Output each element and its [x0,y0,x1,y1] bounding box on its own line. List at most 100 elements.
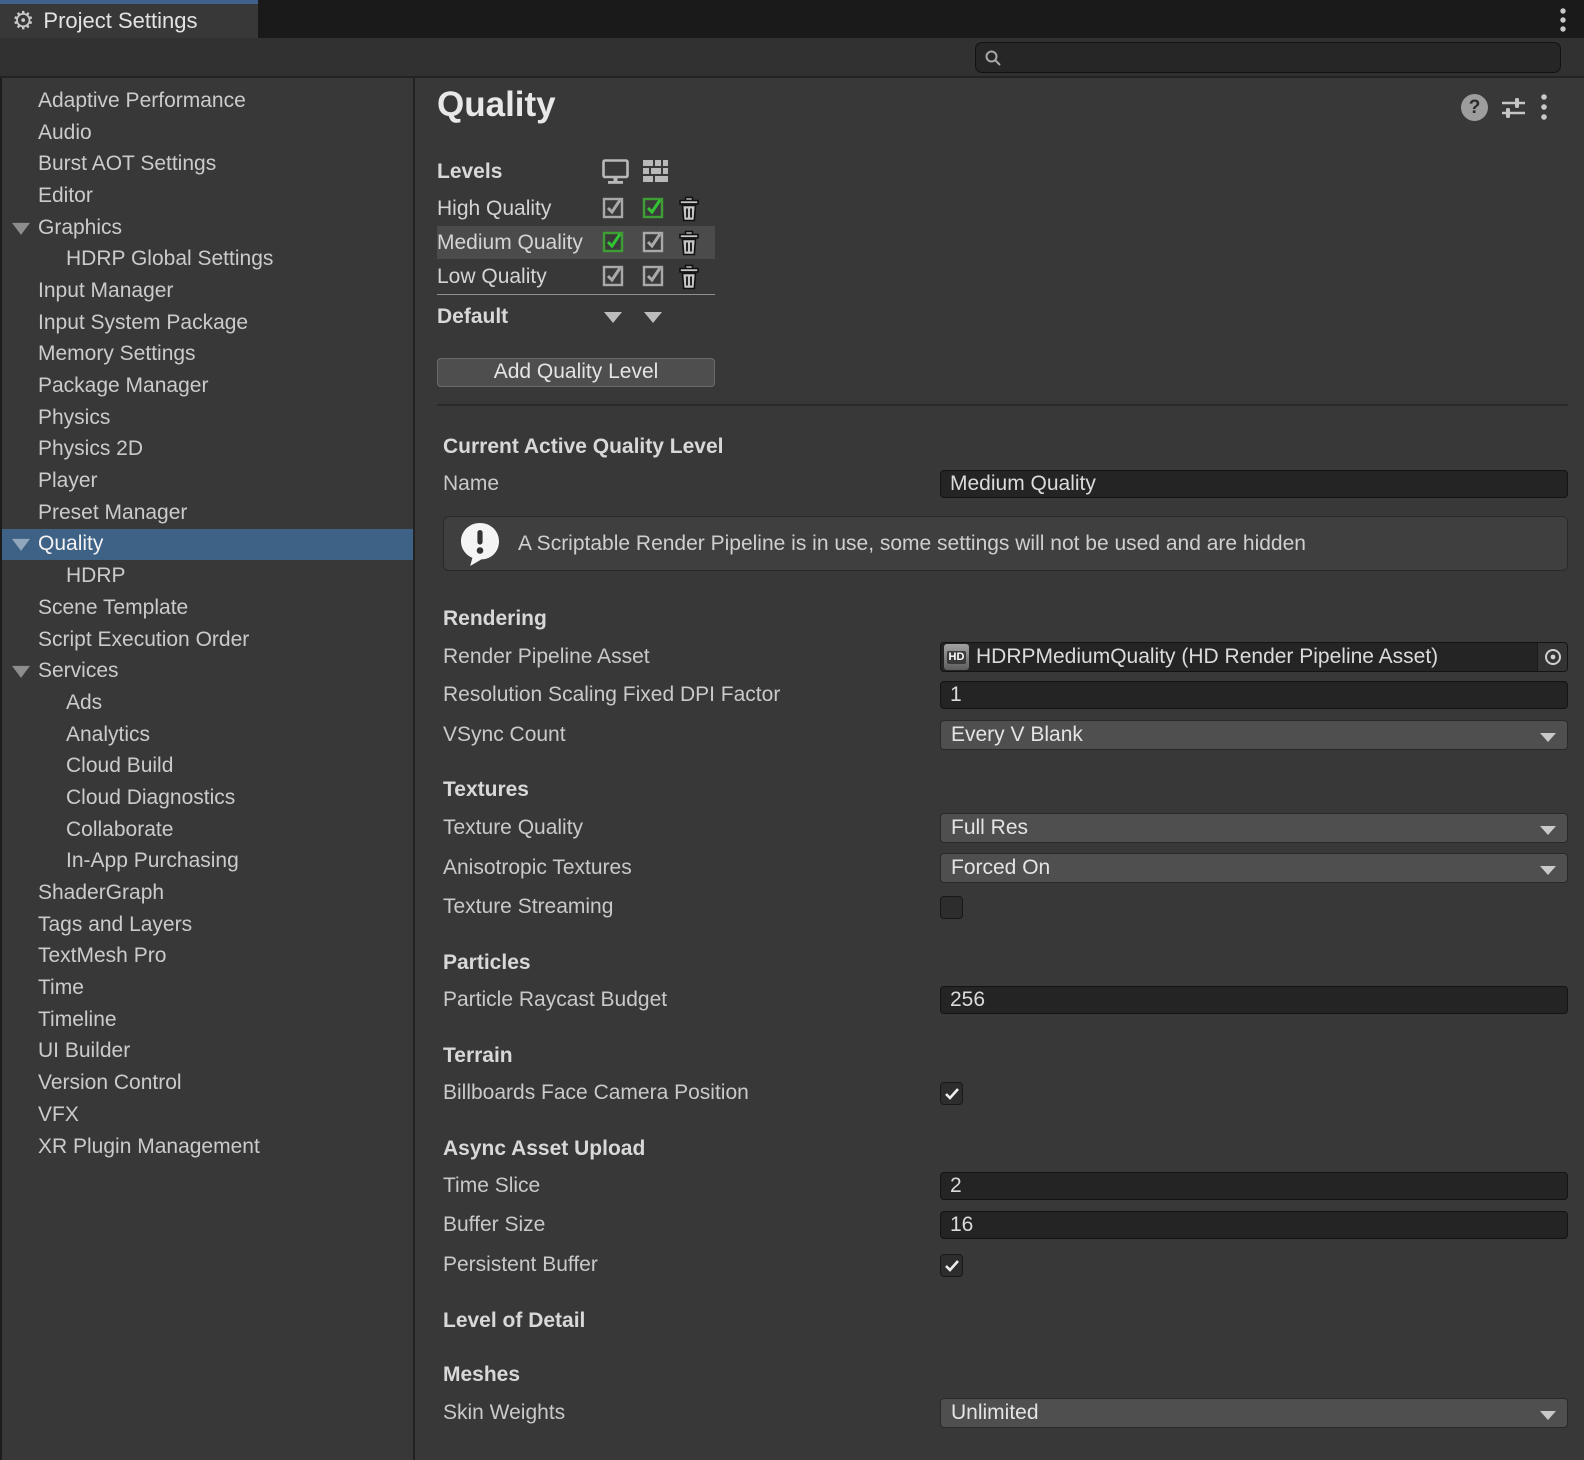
current-active-heading: Current Active Quality Level [443,434,723,460]
kebab-menu-icon[interactable] [1539,93,1549,121]
desktop-enabled-checkbox[interactable] [602,197,624,219]
texture-quality-label: Texture Quality [443,814,583,842]
name-label: Name [443,470,499,498]
sidebar-item-ads[interactable]: Ads [2,687,413,719]
tab-title: Project Settings [43,8,197,34]
desktop-default-checkbox[interactable] [602,231,624,253]
server-default-checkbox[interactable] [642,197,664,219]
quality-level-row-low[interactable]: Low Quality [437,260,715,293]
default-server-dropdown-icon[interactable] [644,312,662,323]
project-settings-window: ⚙ Project Settings Adaptive Performance … [0,0,1584,1460]
billboards-face-camera-label: Billboards Face Camera Position [443,1079,749,1107]
sidebar-item-input-manager[interactable]: Input Manager [2,275,413,307]
sidebar-item-version-control[interactable]: Version Control [2,1067,413,1099]
anisotropic-textures-label: Anisotropic Textures [443,854,632,882]
window-kebab-menu-icon[interactable] [1558,7,1568,33]
sidebar-item-hdrp-global-settings[interactable]: HDRP Global Settings [2,243,413,275]
quality-level-row-medium[interactable]: Medium Quality [437,226,715,259]
sidebar-item-preset-manager[interactable]: Preset Manager [2,497,413,529]
vsync-count-dropdown[interactable]: Every V Blank [940,720,1568,750]
page-title: Quality [437,85,556,125]
sidebar-item-package-manager[interactable]: Package Manager [2,370,413,402]
gear-icon: ⚙ [12,9,34,34]
sidebar-item-cloud-build[interactable]: Cloud Build [2,750,413,782]
desktop-platform-icon[interactable] [600,158,631,185]
sidebar-item-player[interactable]: Player [2,465,413,497]
delete-level-icon[interactable] [677,196,701,228]
foldout-arrow-icon[interactable] [12,222,30,234]
sidebar-item-ui-builder[interactable]: UI Builder [2,1036,413,1068]
sidebar-item-vfx[interactable]: VFX [2,1099,413,1131]
anisotropic-textures-dropdown[interactable]: Forced On [940,853,1568,883]
presets-icon[interactable] [1499,96,1528,120]
server-platform-icon[interactable] [641,158,670,185]
particle-raycast-budget-field[interactable] [940,986,1568,1014]
buffer-size-field[interactable] [940,1211,1568,1239]
persistent-buffer-checkbox[interactable] [940,1254,963,1277]
dpi-factor-field[interactable] [940,681,1568,709]
sidebar-item-in-app-purchasing[interactable]: In-App Purchasing [2,846,413,878]
add-quality-level-button[interactable]: Add Quality Level [437,358,715,387]
texture-streaming-checkbox[interactable] [940,896,963,919]
sidebar-item-audio[interactable]: Audio [2,117,413,149]
search-input[interactable] [1008,47,1552,68]
help-icon[interactable]: ? [1461,94,1488,121]
delete-level-icon[interactable] [677,264,701,296]
sidebar-item-tags-and-layers[interactable]: Tags and Layers [2,909,413,941]
server-enabled-checkbox[interactable] [642,265,664,287]
sidebar-item-textmesh-pro[interactable]: TextMesh Pro [2,941,413,973]
terrain-heading: Terrain [443,1043,513,1069]
sidebar-item-quality[interactable]: Quality [2,529,413,561]
sidebar-item-burst-aot-settings[interactable]: Burst AOT Settings [2,148,413,180]
sidebar-item-xr-plugin-management[interactable]: XR Plugin Management [2,1131,413,1163]
sidebar-item-scene-template[interactable]: Scene Template [2,592,413,624]
warning-speech-bubble-icon [457,520,503,568]
info-box: A Scriptable Render Pipeline is in use, … [443,516,1568,571]
default-row: Default [437,303,715,331]
section-divider [437,404,1568,406]
default-desktop-dropdown-icon[interactable] [604,312,622,323]
sidebar-item-editor[interactable]: Editor [2,180,413,212]
sidebar-item-physics-2d[interactable]: Physics 2D [2,434,413,466]
levels-table-underline [437,294,715,295]
skin-weights-dropdown[interactable]: Unlimited [940,1398,1568,1428]
meshes-heading: Meshes [443,1362,520,1388]
sidebar-item-analytics[interactable]: Analytics [2,719,413,751]
server-enabled-checkbox[interactable] [642,231,664,253]
levels-label: Levels [437,158,502,186]
sidebar-item-collaborate[interactable]: Collaborate [2,814,413,846]
dropdown-arrow-icon [1540,826,1556,835]
render-pipeline-asset-label: Render Pipeline Asset [443,643,650,671]
async-asset-upload-heading: Async Asset Upload [443,1136,645,1162]
sidebar-item-time[interactable]: Time [2,972,413,1004]
delete-level-icon[interactable] [677,230,701,262]
name-field[interactable] [940,470,1568,498]
sidebar-item-script-execution-order[interactable]: Script Execution Order [2,624,413,656]
search-icon [984,49,1002,67]
foldout-arrow-icon[interactable] [12,539,30,551]
sidebar-item-services[interactable]: Services [2,655,413,687]
sidebar-item-timeline[interactable]: Timeline [2,1004,413,1036]
buffer-size-label: Buffer Size [443,1211,545,1239]
sidebar-item-cloud-diagnostics[interactable]: Cloud Diagnostics [2,782,413,814]
render-pipeline-asset-field[interactable]: HD HDRPMediumQuality (HD Render Pipeline… [940,642,1568,672]
sidebar-item-shadergraph[interactable]: ShaderGraph [2,877,413,909]
object-picker-icon[interactable] [1537,643,1567,671]
dropdown-arrow-icon [1540,733,1556,742]
sidebar-item-hdrp[interactable]: HDRP [2,560,413,592]
billboards-face-camera-checkbox[interactable] [940,1082,963,1105]
sidebar-item-graphics[interactable]: Graphics [2,212,413,244]
time-slice-field[interactable] [940,1172,1568,1200]
dropdown-arrow-icon [1540,866,1556,875]
foldout-arrow-icon[interactable] [12,666,30,678]
texture-quality-dropdown[interactable]: Full Res [940,813,1568,843]
sidebar-item-adaptive-performance[interactable]: Adaptive Performance [2,85,413,117]
sidebar-item-input-system-package[interactable]: Input System Package [2,307,413,339]
quality-level-row-high[interactable]: High Quality [437,192,715,225]
sidebar-item-memory-settings[interactable]: Memory Settings [2,339,413,371]
sidebar-item-physics[interactable]: Physics [2,402,413,434]
desktop-enabled-checkbox[interactable] [602,265,624,287]
tab-project-settings[interactable]: ⚙ Project Settings [0,0,258,38]
quality-settings-panel: Quality ? Levels High Quality [417,78,1584,1460]
search-box[interactable] [975,42,1561,73]
